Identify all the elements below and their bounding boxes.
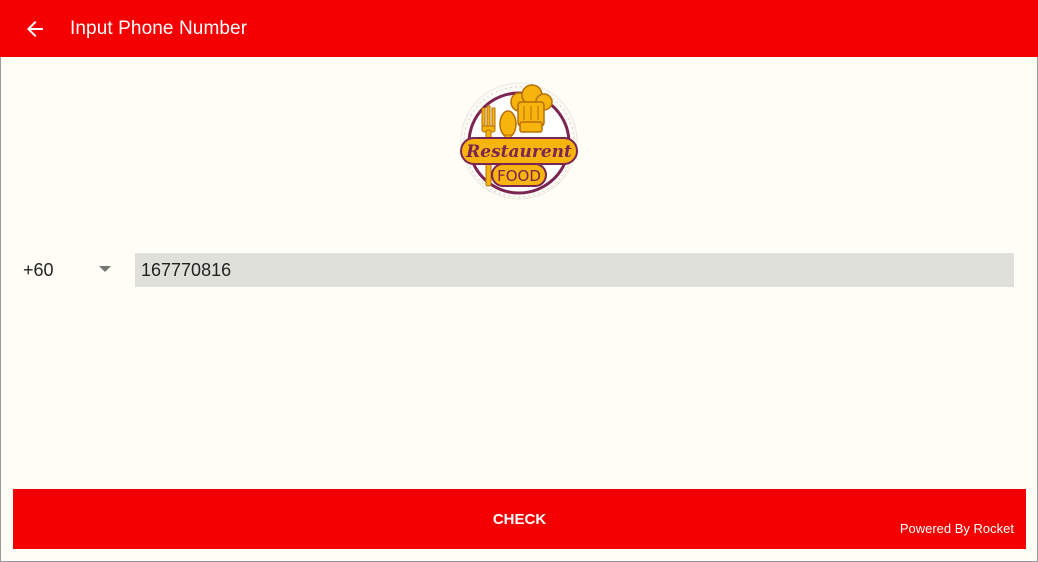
country-code-dropdown[interactable]: +60 xyxy=(13,253,120,287)
powered-by-text: Powered By Rocket xyxy=(899,521,1014,536)
page-title: Input Phone Number xyxy=(70,17,248,39)
caret-down-icon xyxy=(99,266,111,272)
restaurant-logo: Restaurent FOOD xyxy=(458,80,580,202)
app-bar: Input Phone Number xyxy=(0,0,1038,57)
phone-number-input[interactable] xyxy=(135,253,1014,287)
country-code-value: +60 xyxy=(23,259,54,280)
arrow-left-icon xyxy=(27,20,43,37)
logo-subtext: FOOD xyxy=(497,167,541,185)
back-button[interactable] xyxy=(7,0,63,57)
logo-text: Restaurent xyxy=(465,142,572,162)
check-button[interactable]: CHECK Powered By Rocket xyxy=(13,489,1026,549)
check-button-label: CHECK xyxy=(492,511,547,528)
